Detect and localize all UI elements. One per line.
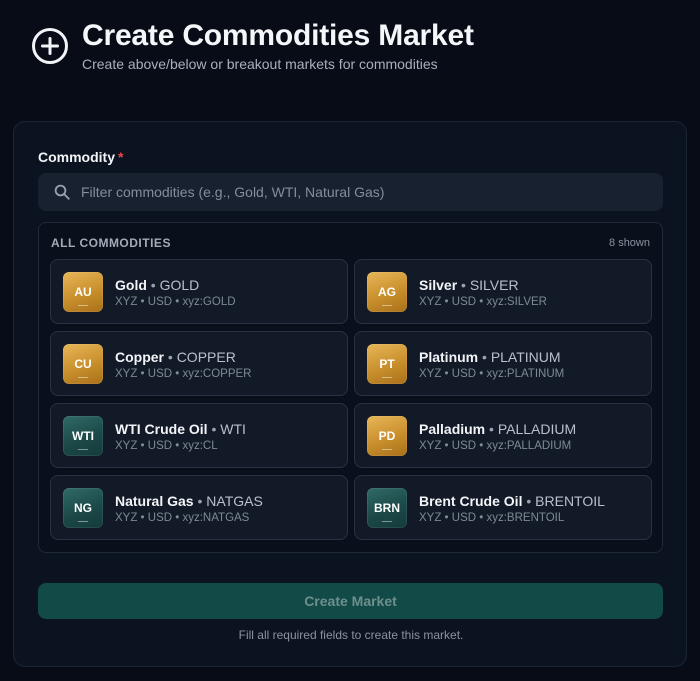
- commodity-item-gold[interactable]: AU Gold • GOLD XYZ • USD • xyz:GOLD: [50, 259, 348, 324]
- item-ticker: PALLADIUM: [497, 420, 577, 437]
- item-title: Natural Gas • NATGAS: [115, 492, 263, 510]
- platinum-badge-icon: PT: [367, 343, 407, 384]
- item-meta: XYZ • USD • xyz:NATGAS: [115, 511, 250, 524]
- title-block: Create Commodities Market Create above/b…: [82, 18, 474, 72]
- item-title: Gold • GOLD: [115, 276, 236, 294]
- natgas-badge-icon: NG: [63, 487, 103, 528]
- helper-text: Fill all required fields to create this …: [238, 628, 464, 642]
- commodity-label-text: Commodity: [38, 149, 115, 165]
- item-title: Palladium • PALLADIUM: [419, 420, 576, 438]
- item-name: Silver: [419, 276, 458, 293]
- item-ticker: GOLD: [159, 276, 200, 293]
- item-text: Gold • GOLD XYZ • USD • xyz:GOLD: [115, 276, 236, 308]
- required-mark: *: [118, 149, 124, 165]
- item-name: WTI Crude Oil: [115, 420, 208, 437]
- item-ticker: WTI: [220, 420, 246, 437]
- item-name: Copper: [115, 348, 164, 365]
- item-meta: XYZ • USD • xyz:PLATINUM: [419, 367, 565, 380]
- item-name: Brent Crude Oil: [419, 492, 523, 509]
- item-separator: •: [207, 420, 221, 437]
- create-market-button[interactable]: Create Market: [38, 583, 663, 619]
- item-title: Copper • COPPER: [115, 348, 252, 366]
- item-separator: •: [164, 348, 177, 365]
- silver-badge-icon: AG: [367, 271, 407, 312]
- item-separator: •: [457, 276, 470, 293]
- palladium-badge-icon: PD: [367, 415, 407, 456]
- item-separator: •: [478, 348, 491, 365]
- item-name: Palladium: [419, 420, 486, 437]
- commodity-item-wti[interactable]: WTI WTI Crude Oil • WTI XYZ • USD • xyz:…: [50, 403, 348, 468]
- commodity-item-natgas[interactable]: NG Natural Gas • NATGAS XYZ • USD • xyz:…: [50, 475, 348, 540]
- search-icon: [54, 184, 70, 200]
- item-text: Silver • SILVER XYZ • USD • xyz:SILVER: [419, 276, 547, 308]
- list-heading: ALL COMMODITIES: [51, 236, 171, 250]
- wti-badge-icon: WTI: [63, 415, 103, 456]
- item-ticker: PLATINUM: [490, 348, 561, 365]
- commodity-label: Commodity *: [38, 149, 123, 165]
- commodity-item-brentoil[interactable]: BRN Brent Crude Oil • BRENTOIL XYZ • USD…: [354, 475, 652, 540]
- item-text: Platinum • PLATINUM XYZ • USD • xyz:PLAT…: [419, 348, 564, 380]
- commodity-item-platinum[interactable]: PT Platinum • PLATINUM XYZ • USD • xyz:P…: [354, 331, 652, 396]
- item-text: WTI Crude Oil • WTI XYZ • USD • xyz:CL: [115, 420, 246, 452]
- item-name: Platinum: [419, 348, 479, 365]
- item-ticker: COPPER: [176, 348, 236, 365]
- item-title: Silver • SILVER: [419, 276, 547, 294]
- item-text: Brent Crude Oil • BRENTOIL XYZ • USD • x…: [419, 492, 605, 524]
- commodity-item-silver[interactable]: AG Silver • SILVER XYZ • USD • xyz:SILVE…: [354, 259, 652, 324]
- item-separator: •: [146, 276, 160, 293]
- item-separator: •: [485, 420, 498, 437]
- gold-badge-icon: AU: [63, 271, 103, 312]
- commodity-search-box[interactable]: [38, 173, 663, 211]
- item-name: Gold: [115, 276, 147, 293]
- item-text: Natural Gas • NATGAS XYZ • USD • xyz:NAT…: [115, 492, 263, 524]
- list-count: 8 shown: [609, 237, 650, 249]
- item-meta: XYZ • USD • xyz:PALLADIUM: [419, 439, 572, 452]
- item-meta: XYZ • USD • xyz:CL: [115, 439, 218, 452]
- create-commodities-market-page: Create Commodities Market Create above/b…: [0, 0, 700, 681]
- item-ticker: NATGAS: [206, 492, 263, 509]
- item-meta: XYZ • USD • xyz:GOLD: [115, 295, 236, 308]
- item-title: Platinum • PLATINUM: [419, 348, 564, 366]
- commodity-item-palladium[interactable]: PD Palladium • PALLADIUM XYZ • USD • xyz…: [354, 403, 652, 468]
- item-name: Natural Gas: [115, 492, 194, 509]
- item-ticker: BRENTOIL: [535, 492, 605, 509]
- copper-badge-icon: CU: [63, 343, 103, 384]
- item-separator: •: [193, 492, 207, 509]
- item-text: Palladium • PALLADIUM XYZ • USD • xyz:PA…: [419, 420, 576, 452]
- plus-circle-icon: [32, 28, 68, 64]
- item-meta: XYZ • USD • xyz:SILVER: [419, 295, 547, 308]
- item-title: Brent Crude Oil • BRENTOIL: [419, 492, 605, 510]
- market-form-card: Commodity* ALL COMMODITIES 8 shown AU Go…: [13, 121, 687, 667]
- page-title: Create Commodities Market: [82, 19, 474, 52]
- item-meta: XYZ • USD • xyz:BRENTOIL: [419, 511, 565, 524]
- item-ticker: SILVER: [469, 276, 519, 293]
- commodity-item-copper[interactable]: CU Copper • COPPER XYZ • USD • xyz:COPPE…: [50, 331, 348, 396]
- item-meta: XYZ • USD • xyz:COPPER: [115, 367, 252, 380]
- brentoil-badge-icon: BRN: [367, 487, 407, 528]
- commodity-search-input[interactable]: [81, 173, 663, 211]
- page-header: Create Commodities Market Create above/b…: [32, 18, 474, 72]
- item-title: WTI Crude Oil • WTI: [115, 420, 246, 438]
- item-separator: •: [522, 492, 536, 509]
- item-text: Copper • COPPER XYZ • USD • xyz:COPPER: [115, 348, 252, 380]
- page-subtitle: Create above/below or breakout markets f…: [82, 56, 438, 72]
- commodity-grid: AU Gold • GOLD XYZ • USD • xyz:GOLD AG S…: [50, 259, 652, 540]
- commodity-list-panel: ALL COMMODITIES 8 shown AU Gold • GOLD X…: [38, 222, 663, 553]
